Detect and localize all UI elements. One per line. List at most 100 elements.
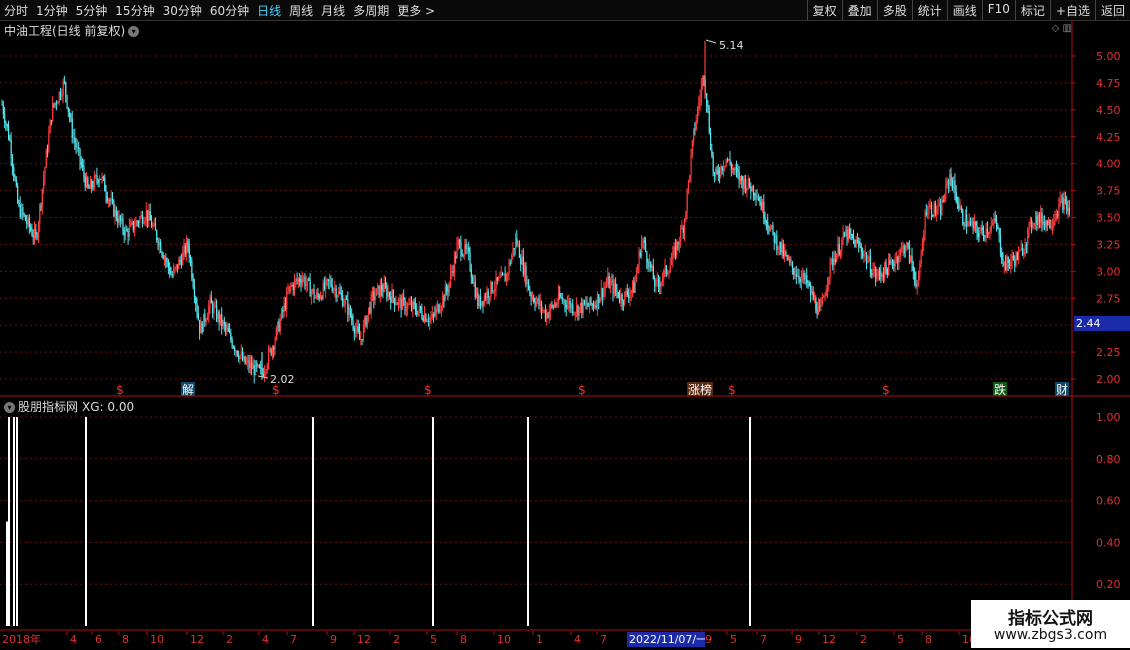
candle-body: [643, 240, 645, 243]
candle-body: [641, 241, 643, 257]
candle-body: [256, 362, 258, 367]
candle-body: [815, 298, 817, 311]
candle-body: [1036, 215, 1038, 226]
candle-body: [461, 254, 463, 256]
candle-body: [457, 240, 459, 245]
candle-body: [147, 210, 149, 221]
candle-body: [708, 110, 710, 133]
candle-body: [434, 314, 436, 316]
candle-body: [951, 179, 953, 190]
candle-body: [444, 286, 446, 302]
candle-body: [469, 252, 471, 270]
candle-body: [795, 274, 797, 277]
candle-body: [57, 102, 59, 104]
candle-body: [1068, 207, 1070, 215]
candle-body: [1051, 225, 1054, 227]
kline-chart[interactable]: 5.00 4.75 4.50 4.25 4.00 3.75 3.50 3.25 3.00 2.75…: [0, 0, 1130, 650]
candle-body: [646, 251, 648, 262]
candle-body: [789, 258, 791, 263]
candle-body: [851, 234, 853, 239]
candle-body: [271, 347, 274, 355]
candle-body: [829, 259, 831, 277]
candle-body: [240, 352, 242, 356]
candle-body: [165, 257, 167, 261]
candle-body: [587, 305, 589, 307]
candle-body: [125, 229, 127, 236]
candle-body: [1049, 219, 1051, 229]
candle-body: [387, 292, 389, 298]
candle-body: [317, 293, 319, 296]
candle-body: [473, 282, 475, 284]
candle-body: [448, 282, 450, 293]
candle-body: [270, 348, 272, 355]
candle-body: [132, 221, 134, 230]
candle-body: [379, 285, 381, 297]
candle-body: [730, 164, 732, 170]
candle-body: [885, 262, 887, 269]
candle-body: [284, 303, 287, 310]
candle-body: [230, 332, 232, 340]
candle-body: [609, 281, 612, 288]
candle-body: [404, 299, 406, 311]
candle-body: [191, 261, 193, 278]
candle-body: [427, 321, 430, 323]
candle-body: [511, 255, 513, 264]
candle-body: [62, 81, 64, 96]
candle-body: [175, 264, 177, 268]
candle-body: [348, 307, 350, 315]
candle-body: [619, 297, 621, 301]
candle-body: [875, 269, 877, 279]
candle-body: [171, 274, 173, 277]
candle-body: [452, 271, 454, 273]
candle-body: [490, 281, 492, 297]
candle-body: [360, 339, 362, 341]
candle-body: [918, 275, 920, 285]
candle-body: [552, 305, 554, 308]
price-tick-label: 3.50: [1096, 212, 1121, 225]
candle-body: [638, 252, 640, 266]
candle-body: [903, 246, 905, 254]
candle-body: [6, 124, 8, 127]
candle-body: [398, 299, 400, 305]
candle-body: [931, 204, 933, 216]
candle-body: [420, 306, 422, 311]
event-marker: $: [272, 383, 280, 397]
candle-body: [394, 298, 396, 305]
candle-body: [161, 252, 163, 255]
candle-body: [97, 179, 99, 184]
candle-body: [980, 227, 982, 233]
candle-body: [635, 272, 638, 281]
candle-body: [613, 283, 615, 294]
candle-body: [522, 256, 524, 275]
candle-body: [550, 304, 552, 312]
candle-body: [316, 293, 318, 298]
candle-body: [981, 227, 983, 231]
candle-body: [668, 272, 670, 274]
candle-body: [616, 290, 618, 292]
candle-body: [967, 225, 969, 227]
candle-body: [624, 291, 626, 304]
candle-body: [745, 179, 747, 192]
candle-body: [27, 217, 29, 224]
candle-body: [157, 239, 159, 246]
candle-body: [778, 241, 781, 249]
candle-body: [570, 304, 573, 309]
candle-body: [136, 221, 138, 223]
candle-body: [321, 296, 323, 299]
candle-body: [992, 223, 994, 226]
candle-body: [698, 102, 700, 109]
candle-body: [1037, 214, 1039, 226]
candle-body: [123, 230, 125, 236]
candle-body: [603, 288, 605, 298]
time-tick-label: 9: [795, 633, 802, 646]
candle-body: [409, 302, 411, 305]
candle-body: [145, 210, 147, 220]
candle-body: [323, 283, 326, 289]
candle-body: [911, 255, 913, 266]
candle-body: [335, 288, 337, 298]
time-tick-label: 8: [460, 633, 467, 646]
candle-body: [1002, 259, 1004, 266]
candle-body: [1064, 198, 1067, 202]
candle-body: [632, 282, 634, 291]
candle-body: [361, 339, 363, 341]
